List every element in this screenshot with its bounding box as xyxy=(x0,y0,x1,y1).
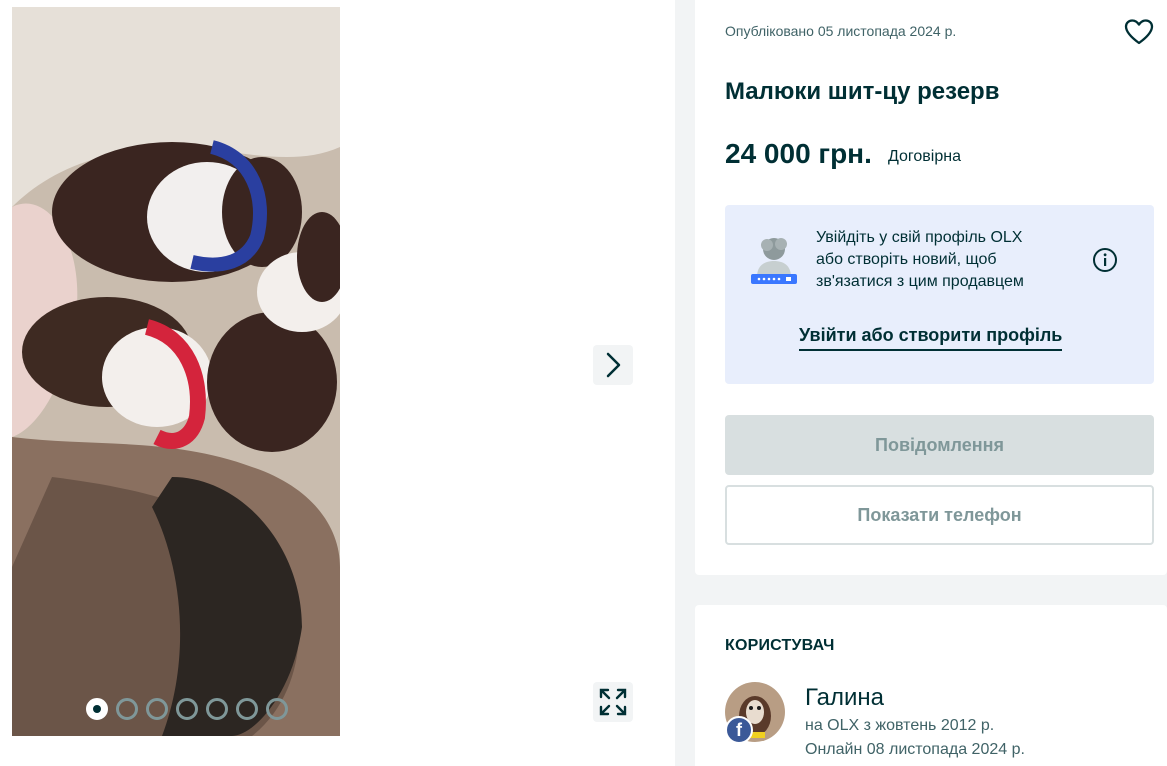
seller-name[interactable]: Галина xyxy=(805,684,884,712)
login-link[interactable]: Увійти або створити профіль xyxy=(799,325,1063,351)
gallery-dot-4[interactable] xyxy=(176,698,198,720)
info-icon xyxy=(1093,248,1117,272)
negotiable-label: Договірна xyxy=(888,148,961,165)
gallery-dot-2[interactable] xyxy=(116,698,138,720)
favorite-button[interactable] xyxy=(1124,17,1154,47)
login-prompt-line: або створіть новий, щоб xyxy=(816,251,997,268)
puppies-photo xyxy=(12,7,340,736)
image-gallery xyxy=(0,0,675,766)
profile-placeholder-icon xyxy=(751,238,797,284)
gallery-dot-5[interactable] xyxy=(206,698,228,720)
login-prompt: Увійдіть у свій профіль OLX або створіть… xyxy=(725,205,1154,384)
facebook-icon: f xyxy=(725,716,753,744)
published-date: Опубліковано 05 листопада 2024 р. xyxy=(725,23,957,39)
gallery-dot-7[interactable] xyxy=(266,698,288,720)
listing-title: Малюки шит-цу резерв xyxy=(725,78,1000,105)
seller-card: КОРИСТУВАЧ f Галина на OLX з жовтень 201… xyxy=(695,605,1167,766)
listing-price: 24 000 грн. xyxy=(725,138,872,169)
expand-icon xyxy=(599,688,627,716)
login-prompt-text: Увійдіть у свій профіль OLX або створіть… xyxy=(816,227,1066,293)
gallery-dot-3[interactable] xyxy=(146,698,168,720)
chevron-right-icon xyxy=(606,352,621,378)
listing-card: Опубліковано 05 листопада 2024 р. Малюки… xyxy=(695,0,1167,575)
message-button[interactable]: Повідомлення xyxy=(725,415,1154,475)
seller-heading: КОРИСТУВАЧ xyxy=(725,637,835,654)
next-image-button[interactable] xyxy=(593,345,633,385)
gallery-dot-6[interactable] xyxy=(236,698,258,720)
gallery-dot-1[interactable] xyxy=(86,698,108,720)
login-prompt-line: зв'язатися з цим продавцем xyxy=(816,273,1024,290)
show-phone-button[interactable]: Показати телефон xyxy=(725,485,1154,545)
heart-icon xyxy=(1124,19,1154,45)
login-prompt-line: Увійдіть у свій профіль OLX xyxy=(816,229,1023,246)
gallery-dots xyxy=(86,698,288,720)
seller-last-online: Онлайн 08 листопада 2024 р. xyxy=(805,741,1025,758)
fullscreen-button[interactable] xyxy=(593,682,633,722)
info-button[interactable] xyxy=(1092,247,1118,273)
listing-photo[interactable] xyxy=(12,7,340,736)
seller-since: на OLX з жовтень 2012 р. xyxy=(805,717,995,734)
